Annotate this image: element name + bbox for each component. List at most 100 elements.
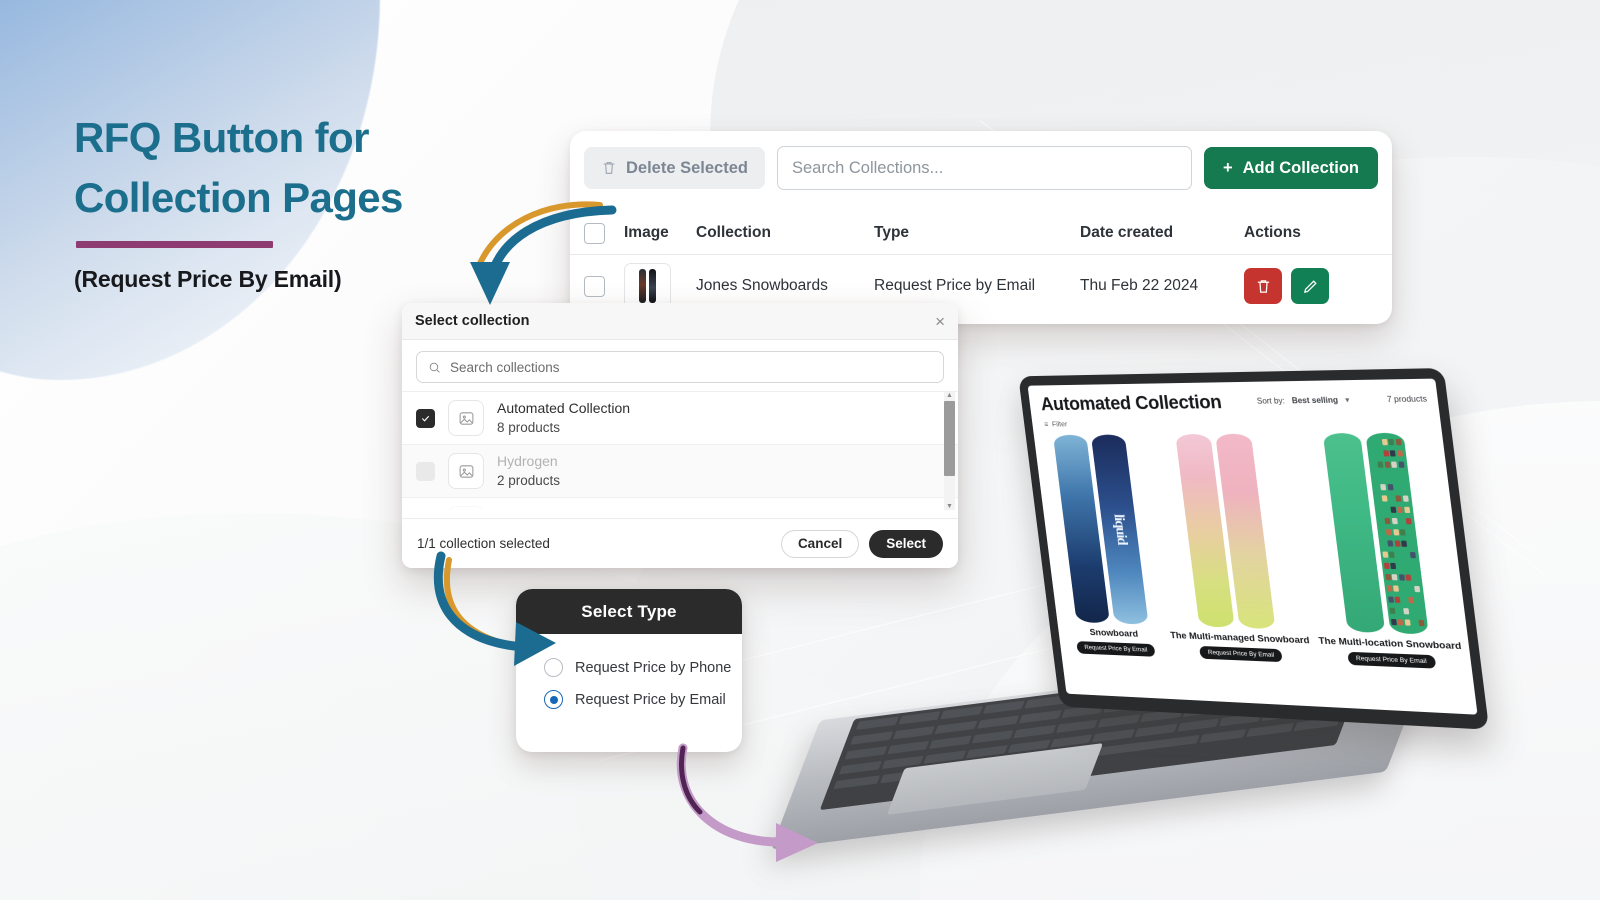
pixel-art-dot [1396,439,1402,445]
list-item-text: Automated Collection 8 products [497,398,630,438]
pixel-art-dot [1393,585,1399,591]
pixel-art-dot [1386,529,1392,535]
pixel-art-dot [1404,619,1410,625]
product-grid: liquid Snowboard Request Price By Email … [1033,425,1472,674]
request-price-by-email-button[interactable]: Request Price By Email [1347,652,1436,669]
list-item-products: 2 products [497,471,560,491]
pixel-art-dot [1383,563,1389,569]
image-placeholder-icon [458,463,475,480]
row-actions-cell [1244,268,1378,304]
page-title: RFQ Button for Collection Pages [74,108,544,227]
pixel-art-dot [1414,586,1420,592]
pixel-art-dot [1385,518,1391,524]
admin-toolbar: Delete Selected Search Collections... + … [570,131,1392,190]
list-item-text: Hydrogen 2 products [497,451,560,491]
storefront-header: Automated Collection Sort by: Best selli… [1028,379,1440,417]
delete-selected-button[interactable]: Delete Selected [584,147,765,189]
product-name: The Multi-managed Snowboard [1170,630,1311,646]
product-card[interactable]: The Multi-managed Snowboard Request Pric… [1142,432,1316,668]
sort-by-value: Best selling [1291,396,1338,406]
headline-block: RFQ Button for Collection Pages (Request… [74,108,544,293]
list-item-name: Hydrogen [497,451,560,471]
pixel-art-dot [1395,597,1401,603]
title-underline [76,241,273,248]
trash-icon [601,160,617,176]
add-collection-button[interactable]: + Add Collection [1204,147,1378,189]
collections-table: Image Collection Type Date created Actio… [570,212,1392,317]
pixel-art-dot [1389,552,1395,558]
select-all-cell [584,223,624,244]
pencil-icon [1302,278,1319,295]
check-icon [420,413,431,424]
product-image [1292,433,1460,636]
radio-request-price-by-email[interactable]: Request Price by Email [544,690,742,709]
radio-label: Request Price by Phone [575,660,731,676]
page-subtitle: (Request Price By Email) [74,266,544,293]
list-item-checkbox[interactable] [416,462,435,481]
storefront-title: Automated Collection [1040,392,1223,416]
product-image: liquid [1042,434,1160,625]
header-collection: Collection [696,224,874,242]
pixel-art-dot [1397,450,1403,456]
header-image: Image [624,224,696,242]
list-item-name: Automated Collection [497,398,630,418]
pixel-art-dot [1382,495,1388,501]
row-checkbox[interactable] [584,276,605,297]
pixel-art-dot [1393,529,1399,535]
radio-request-price-by-phone[interactable]: Request Price by Phone [544,658,742,677]
search-collections-placeholder: Search Collections... [792,159,943,178]
filter-icon: ≡ [1044,420,1049,429]
select-all-checkbox[interactable] [584,223,605,244]
search-collections-input[interactable]: Search Collections... [777,146,1192,190]
select-type-title: Select Type [581,602,676,622]
list-item-checkbox-checked[interactable] [416,409,435,428]
pixel-art-dot [1387,484,1393,490]
pixel-art-dot [1390,563,1396,569]
close-icon[interactable]: × [935,313,945,330]
row-collection-name: Jones Snowboards [696,277,874,295]
pixel-art-dot [1410,552,1416,558]
modal-search-placeholder: Search collections [450,360,560,375]
pixel-art-dot [1395,540,1401,546]
sort-by-control[interactable]: Sort by: Best selling ▾ [1256,390,1350,405]
plus-icon: + [1223,159,1233,178]
product-count: 7 products [1386,389,1428,404]
product-card[interactable]: The Multi-location Snowboard Request Pri… [1289,430,1468,674]
header-date-created: Date created [1080,224,1244,242]
pixel-art-dot [1378,462,1384,468]
request-price-by-email-button[interactable]: Request Price By Email [1076,641,1155,657]
pixel-art-dot [1391,619,1397,625]
list-item-products: 8 products [497,418,630,438]
table-header-row: Image Collection Type Date created Actio… [570,212,1392,255]
request-price-by-email-button[interactable]: Request Price By Email [1199,646,1283,662]
pixel-art-dot [1390,450,1396,456]
poster-stage: RFQ Button for Collection Pages (Request… [0,0,1600,900]
pixel-art-dot [1396,495,1402,501]
pixel-art-dot [1392,462,1398,468]
snowboard-shape-1 [639,269,646,303]
product-image [1145,434,1308,631]
product-name: Snowboard [1066,626,1162,640]
sort-by-label: Sort by: [1256,396,1285,405]
selection-count: 1/1 collection selected [417,536,550,551]
laptop-mockup: Automated Collection Sort by: Best selli… [745,355,1485,855]
pixel-art-dot [1399,574,1405,580]
filter-label: Filter [1051,420,1067,429]
pixel-art-dot [1389,608,1395,614]
select-type-header: Select Type [516,589,742,634]
row-edit-button[interactable] [1291,268,1329,304]
pixel-art-dot [1386,585,1392,591]
header-actions: Actions [1244,224,1378,242]
pixel-art-dot [1406,518,1412,524]
radio-icon[interactable] [544,658,563,677]
pixel-art-dot [1399,462,1405,468]
chevron-down-icon[interactable]: ▾ [1345,395,1350,404]
pixel-art-dot [1409,597,1415,603]
headline-line-1: RFQ Button for [74,114,369,161]
pixel-art-dot [1400,529,1406,535]
headline-line-2: Collection Pages [74,174,403,221]
pixel-art-dot [1385,574,1391,580]
radio-icon-selected[interactable] [544,690,563,709]
row-delete-button[interactable] [1244,268,1282,304]
pixel-art-dot [1390,507,1396,513]
